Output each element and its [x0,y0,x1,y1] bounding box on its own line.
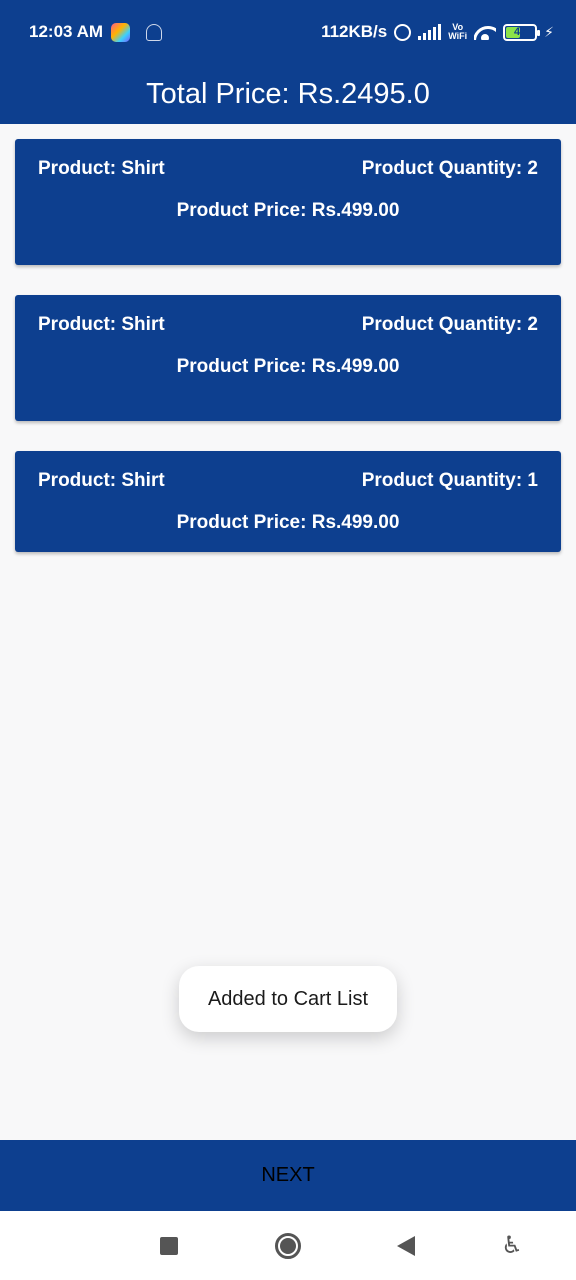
cart-item-header: Product: Shirt Product Quantity: 2 [38,157,538,181]
battery-percent: 47 [514,26,527,38]
recents-button[interactable] [139,1211,199,1280]
home-button[interactable] [258,1211,318,1280]
back-triangle-icon [397,1235,415,1256]
system-nav-bar: ♿ [0,1211,576,1280]
cart-item-card[interactable]: Product: Shirt Product Quantity: 1 Produ… [15,451,561,552]
next-button-label: NEXT [261,1164,315,1186]
wifi-icon [474,24,497,40]
signal-icon [418,24,442,40]
status-left: 12:03 AM [29,22,163,42]
product-price: Product Price: Rs.499.00 [176,200,400,221]
status-right: 112KB/s Vo WiFi 47 ⚡ [273,22,554,42]
cart-item-header: Product: Shirt Product Quantity: 2 [38,313,538,337]
accessibility-icon: ♿ [501,1232,523,1259]
battery-icon: 47 [503,23,541,41]
recents-square-icon [160,1236,178,1255]
net-speed: 112KB/s [321,22,388,41]
cart-item-card[interactable]: Product: Shirt Product Quantity: 2 Produ… [15,139,561,265]
next-button[interactable]: NEXT [0,1140,576,1211]
vowifi-bottom: WiFi [448,31,468,41]
product-name: Product: Shirt [38,314,165,335]
cart-item-card[interactable]: Product: Shirt Product Quantity: 2 Produ… [15,295,561,421]
q-app-icon [111,22,131,42]
total-price-title: Total Price: Rs.2495.0 [146,77,430,110]
product-price: Product Price: Rs.499.00 [176,356,400,377]
charging-icon: ⚡ [544,23,554,40]
product-name: Product: Shirt [38,158,165,179]
status-time: 12:03 AM [29,22,104,41]
battery-tip [537,29,541,36]
cart-item-header: Product: Shirt Product Quantity: 1 [38,469,538,493]
status-bar: 12:03 AM 112KB/s Vo WiFi 47 ⚡ [0,0,576,64]
vowifi-icon: Vo WiFi [448,23,467,41]
ghost-app-icon [146,23,163,41]
toast-text: Added to Cart List [207,987,369,1010]
back-button[interactable] [376,1211,436,1280]
accessibility-button[interactable]: ♿ [482,1211,542,1280]
toast-message: Added to Cart List [179,966,397,1032]
alarm-icon [394,23,412,41]
product-quantity: Product Quantity: 2 [361,314,538,335]
product-quantity: Product Quantity: 2 [361,158,538,179]
product-quantity: Product Quantity: 1 [361,470,538,491]
home-circle-icon [275,1232,301,1259]
product-name: Product: Shirt [38,470,165,491]
cart-list: Product: Shirt Product Quantity: 2 Produ… [15,139,561,582]
app-bar: Total Price: Rs.2495.0 [0,64,576,124]
product-price: Product Price: Rs.499.00 [176,512,400,533]
